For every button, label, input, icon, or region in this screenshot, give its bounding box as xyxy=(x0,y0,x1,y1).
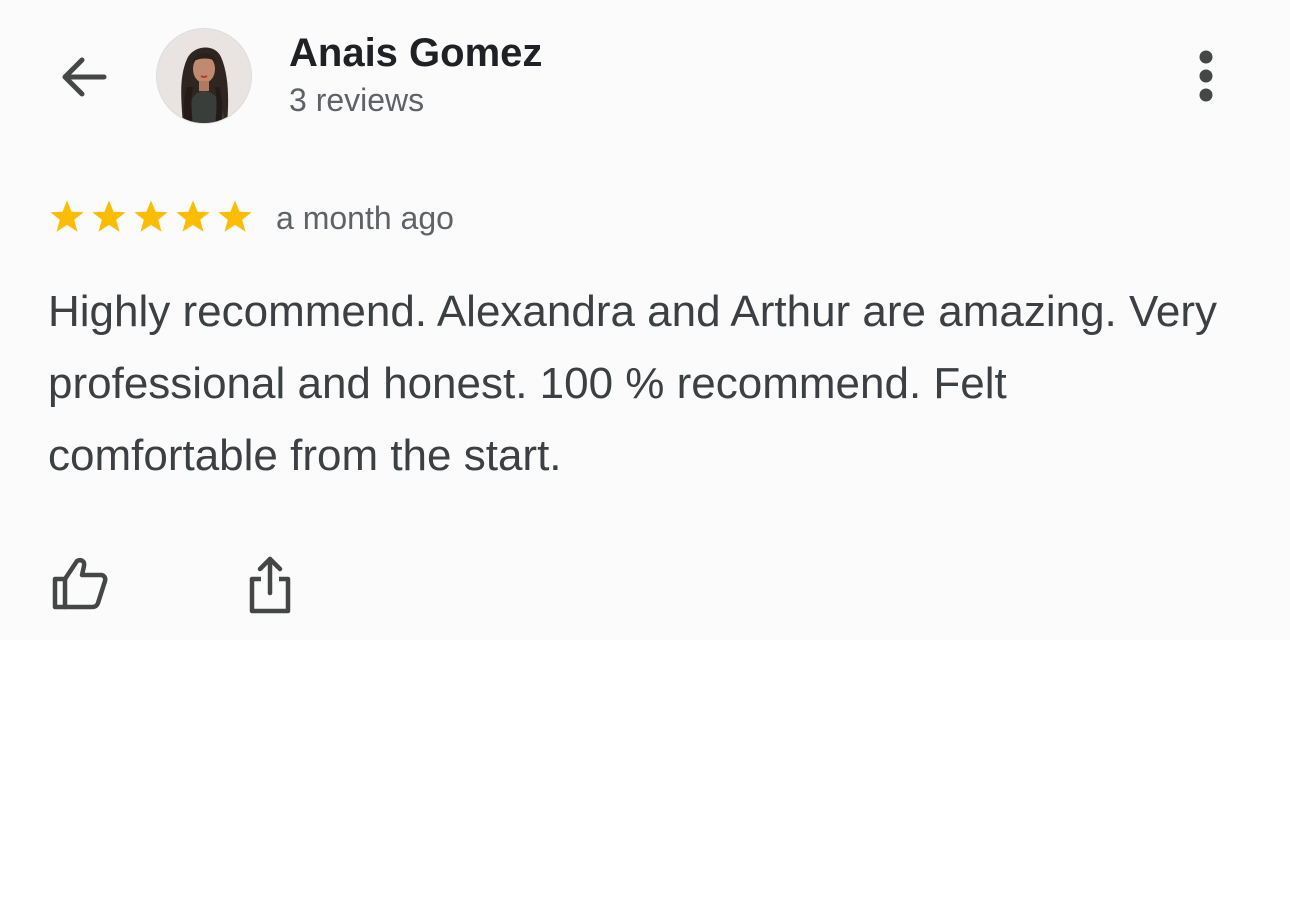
review-timestamp: a month ago xyxy=(276,200,454,236)
star-icon xyxy=(92,200,126,232)
avatar[interactable] xyxy=(156,28,252,124)
share-button[interactable] xyxy=(238,552,302,618)
share-icon xyxy=(249,556,291,614)
star-rating xyxy=(46,196,256,238)
avatar-photo xyxy=(157,29,251,123)
author-name[interactable]: Anais Gomez xyxy=(289,30,542,76)
review-card: Anais Gomez 3 reviews a month ago Highly… xyxy=(0,0,1290,640)
more-options-button[interactable] xyxy=(1180,46,1232,106)
thumb-up-icon xyxy=(52,557,108,610)
review-text: Highly recommend. Alexandra and Arthur a… xyxy=(48,287,1218,480)
review-count[interactable]: 3 reviews xyxy=(289,80,424,120)
star-icon xyxy=(218,200,252,232)
star-icon xyxy=(134,200,168,232)
back-button[interactable] xyxy=(50,44,116,110)
like-button[interactable] xyxy=(46,552,112,614)
star-icon xyxy=(176,200,210,232)
star-icon xyxy=(50,200,84,232)
arrow-back-icon xyxy=(62,57,107,97)
more-vert-icon xyxy=(1199,50,1213,102)
